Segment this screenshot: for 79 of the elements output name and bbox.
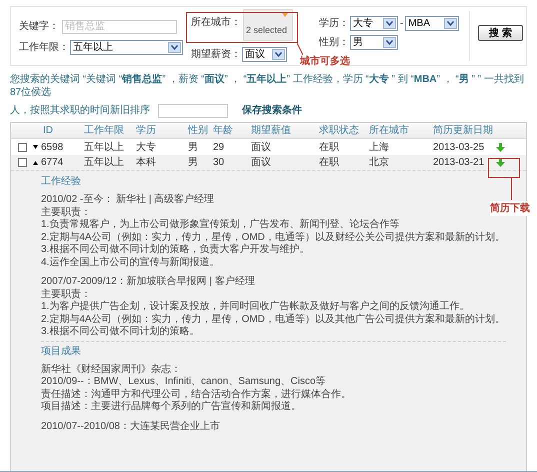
detail-line: 2010/02 -至今： 新华社 | 高级客户经理 bbox=[41, 194, 214, 206]
table-cell-text: 男 bbox=[188, 140, 199, 154]
dash-separator: - bbox=[399, 17, 404, 31]
annotation-label: 简历下载 bbox=[490, 201, 530, 216]
column-header: 年龄 bbox=[213, 124, 234, 138]
column-header: 期望薪值 bbox=[251, 124, 292, 138]
field-label: 期望薪资： bbox=[191, 48, 241, 62]
field-label: 关键字： bbox=[19, 20, 59, 34]
dropdown[interactable]: 男 bbox=[350, 35, 398, 50]
field-label: 学历： bbox=[319, 17, 349, 31]
table-cell-text: 面议 bbox=[251, 140, 272, 154]
detail-line: 主要职责： bbox=[41, 288, 91, 300]
caret-icon bbox=[282, 13, 288, 17]
table-cell-text: 北京 bbox=[369, 156, 390, 170]
column-header: 性别 bbox=[188, 124, 209, 138]
detail-line: 项目描述：主要进行品牌每个系列的广告宣传和新闻报道。 bbox=[41, 401, 301, 414]
collapse-arrow-icon[interactable] bbox=[33, 160, 38, 164]
expand-arrow-icon[interactable] bbox=[33, 145, 38, 149]
detail-line: 2.定期与4A公司（例如：实力，传力，星传，OMD，电通等）以及财经公关公司提供方案和最新的计划。 bbox=[41, 232, 505, 244]
column-header: 求职状态 bbox=[319, 124, 360, 138]
column-header: 所在城市 bbox=[369, 124, 410, 138]
checkbox[interactable] bbox=[18, 142, 26, 152]
detail-line: 1.负责常规客户，为上市公司做形象宣传策划，广告发布、新闻刊登、论坛合作等 bbox=[41, 219, 400, 232]
search-button[interactable]: 搜 索 bbox=[478, 25, 523, 41]
table-cell-text: 6774 bbox=[41, 156, 64, 170]
detail-line: 3.根据不同公司做不同计划的策略，负责大客户开发与维护。 bbox=[41, 244, 310, 256]
chevron-down-icon bbox=[272, 49, 285, 60]
table-cell-text: 2013-03-25 bbox=[433, 140, 486, 154]
detail-line: 责任描述：沟通甲方和代理公司，结合活动合作方案，进行媒体合作。 bbox=[41, 388, 351, 400]
dropdown[interactable]: 五年以上 bbox=[70, 40, 183, 55]
table-cell-text: 上海 bbox=[369, 140, 390, 154]
table-cell-text: 大专 bbox=[136, 140, 157, 154]
table-cell-text: 五年以上 bbox=[84, 156, 125, 170]
section-heading: 工作经验 bbox=[41, 176, 82, 188]
dropdown[interactable]: 大专 bbox=[350, 16, 398, 31]
table-cell-text: 面议 bbox=[251, 156, 272, 170]
detail-line: 2010/09--：BMW、Lexus、Infiniti、canon、Samsung、Cisco等 bbox=[41, 376, 326, 388]
detail-line: 2.定期与4A公司（例如：实力，传力，星传，OMD，电通等）以及其他广告公司提供方案和最新的计划。 bbox=[41, 314, 505, 326]
table-cell-text: 6598 bbox=[41, 140, 64, 154]
column-header: 简历更新日期 bbox=[433, 124, 494, 138]
column-header: 学历 bbox=[136, 124, 157, 138]
annotation-label: 城市可多选 bbox=[300, 56, 350, 68]
detail-line: 主要职责： bbox=[41, 206, 91, 218]
table-cell-text: 在职 bbox=[319, 140, 340, 154]
detail-line: 2007/07-2009/12：新加坡联合早报网 | 客户经理 bbox=[41, 276, 255, 288]
section-heading: 项目成果 bbox=[41, 346, 82, 358]
table-cell-text: 2013-03-21 bbox=[433, 156, 486, 170]
table-cell-text: 在职 bbox=[319, 156, 340, 170]
keyword-field[interactable]: 销售总监 bbox=[62, 20, 177, 34]
detail-line: 1.为客户提供广告企划，设计案及投放，并同时回收广告帐款及做好与客户之间的反馈沟通工作。 bbox=[41, 301, 470, 314]
column-header: ID bbox=[42, 124, 54, 138]
table-cell-text: 五年以上 bbox=[84, 140, 125, 154]
detail-line: 2010/07--2010/08：大连某民营企业上市 bbox=[41, 420, 220, 433]
table-cell-text: 30 bbox=[213, 156, 226, 170]
dropdown[interactable]: MBA bbox=[405, 16, 460, 31]
highlight-frame bbox=[488, 158, 520, 178]
detail-line: 新华社《财经国家周刊》杂志： bbox=[41, 364, 181, 376]
checkbox[interactable] bbox=[18, 158, 26, 167]
field-label: 性别： bbox=[319, 36, 349, 50]
table-cell-text: 男 bbox=[188, 156, 199, 170]
sort-field[interactable] bbox=[158, 104, 228, 118]
field-label: 所在城市： bbox=[191, 16, 241, 30]
column-header: 工作年限 bbox=[84, 124, 125, 138]
table-cell-text: 29 bbox=[213, 140, 226, 154]
leader-line bbox=[511, 178, 512, 200]
chevron-down-icon bbox=[383, 18, 396, 29]
sort-note: 人，按照其求职的时间新旧排序 bbox=[10, 104, 150, 118]
chevron-down-icon bbox=[168, 42, 181, 53]
chevron-down-icon bbox=[444, 18, 458, 29]
save-search-link[interactable]: 保存搜索条件 bbox=[242, 103, 302, 118]
dropdown[interactable]: 面议 bbox=[242, 47, 287, 62]
leader-line bbox=[297, 43, 303, 55]
multi-select[interactable]: 2 selected bbox=[243, 9, 293, 41]
table-cell-text: 本科 bbox=[136, 156, 157, 170]
detail-line: 4.运作全国上市公司的宣传与新闻报道。 bbox=[41, 256, 220, 269]
field-label: 工作年限： bbox=[19, 41, 69, 55]
detail-line: 3.根据不同公司做不同计划的策略。 bbox=[41, 326, 200, 338]
search-summary: 您搜索的关键词 “关键词 “销售总监” ，薪资 “面议” ， “五年以上” 工作经验，学历 “大专 ” 到 “MBA” ， “男 ” ” 一共找到 87位侯选 bbox=[10, 73, 525, 99]
chevron-down-icon bbox=[383, 37, 396, 48]
